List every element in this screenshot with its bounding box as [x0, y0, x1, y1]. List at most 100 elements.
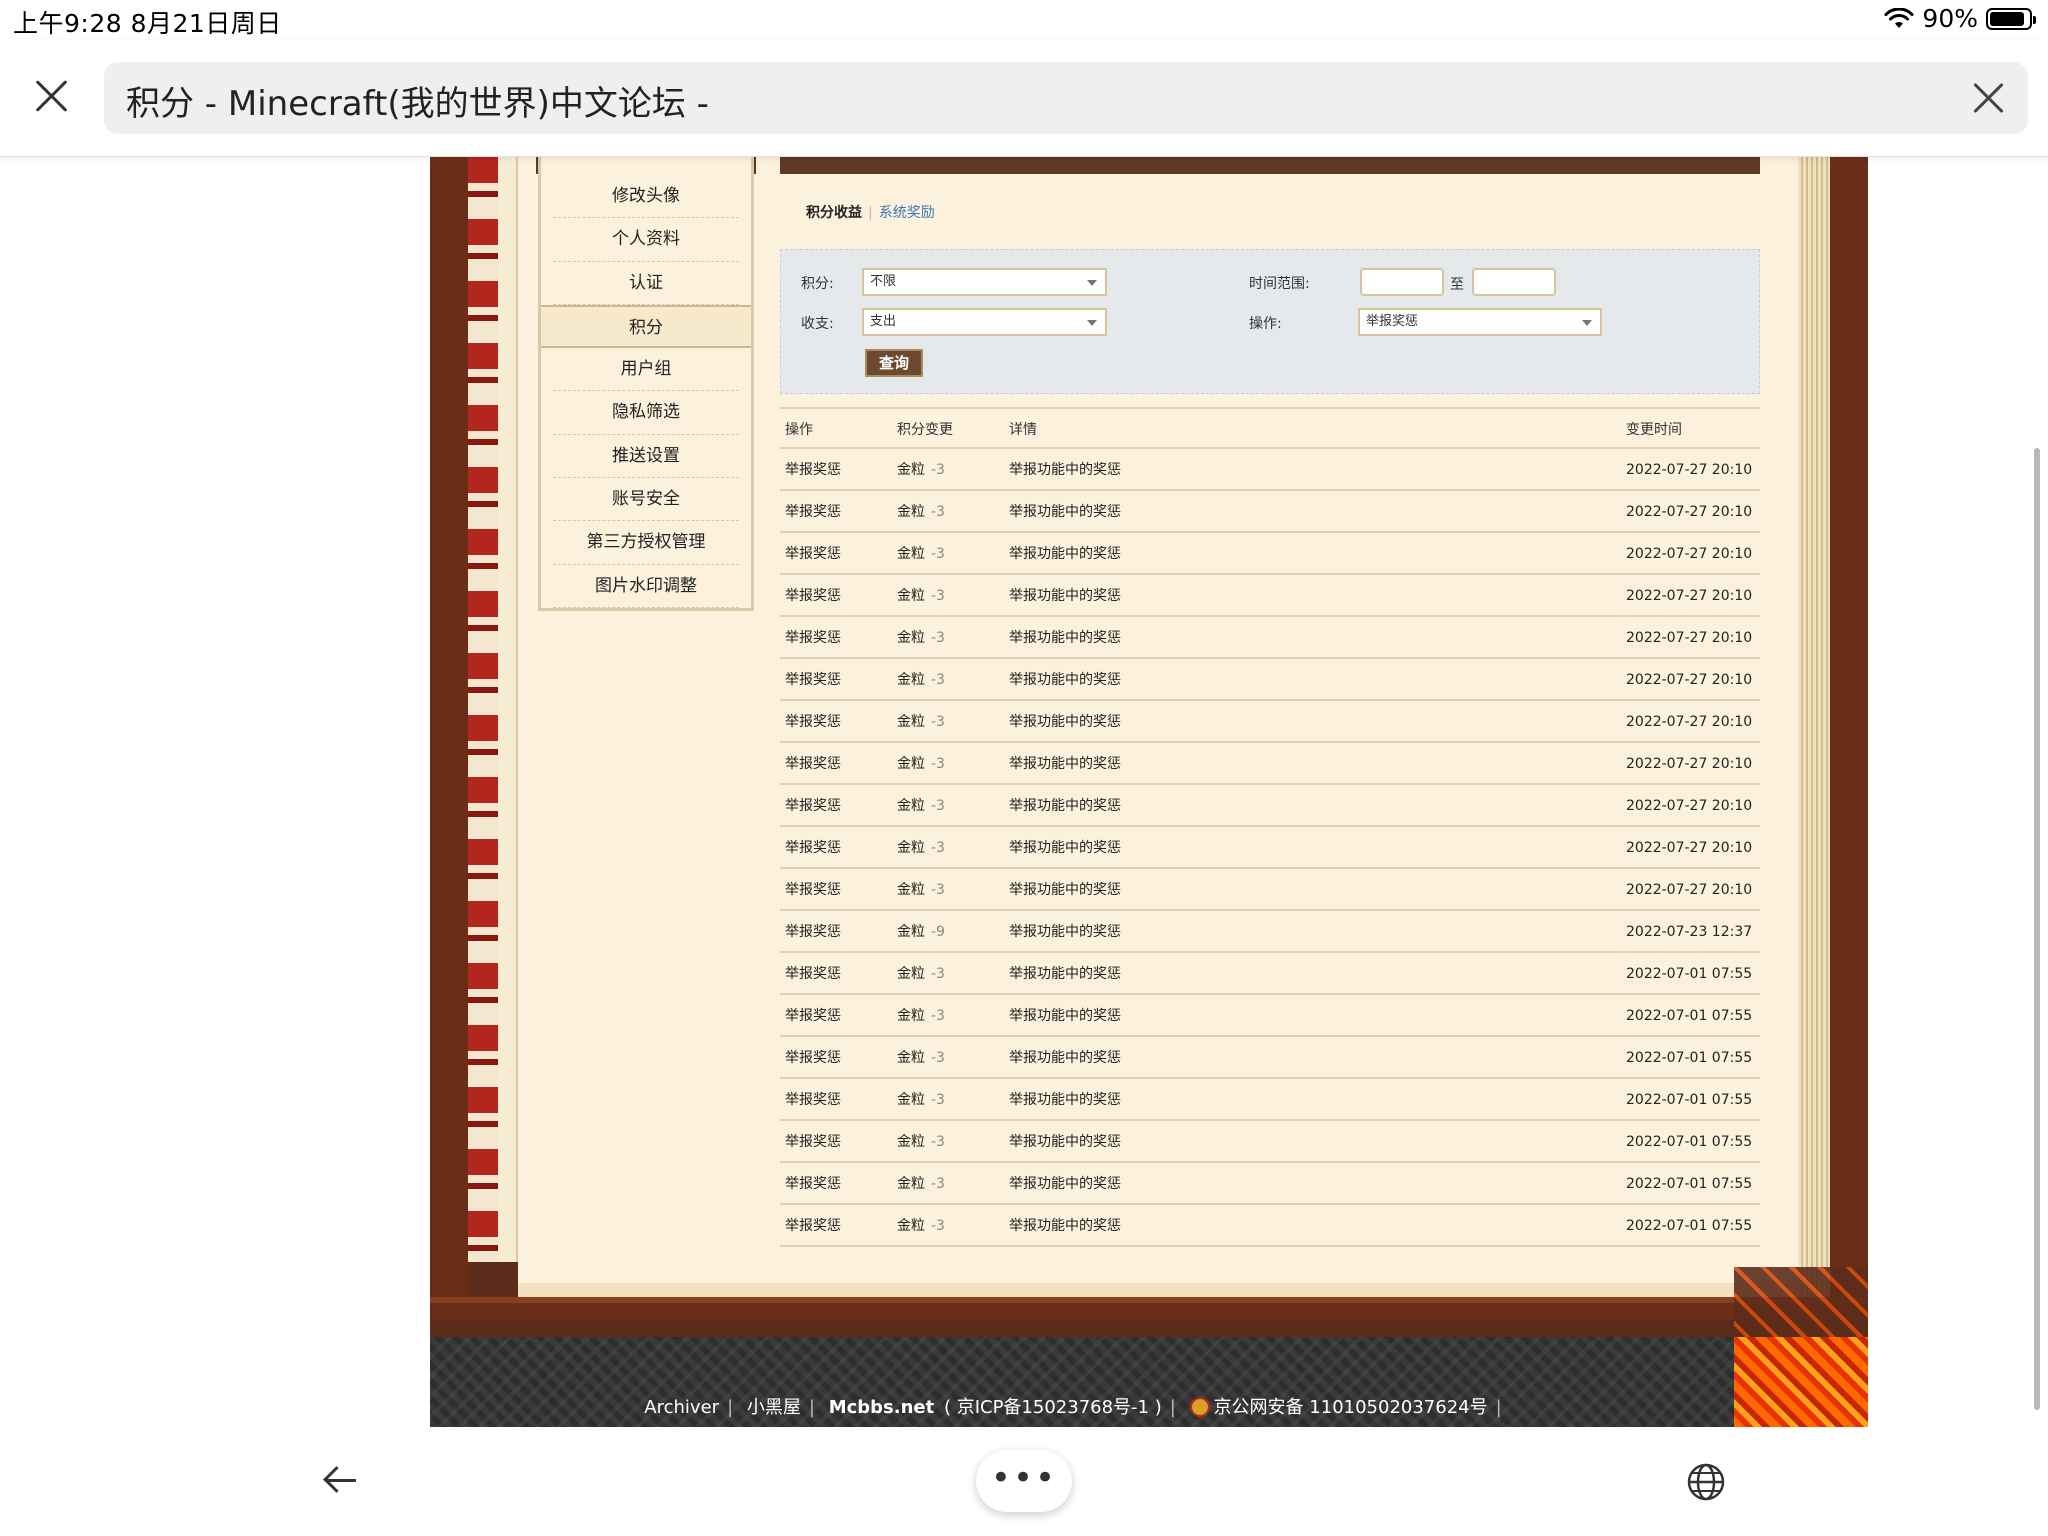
address-bar: 积分 - Minecraft(我的世界)中文论坛 - [0, 40, 2048, 157]
row-op: 举报奖惩 [785, 672, 841, 688]
table-row: 举报奖惩 金粒 -3 举报功能中的奖惩 2022-07-01 07:55 [780, 1163, 1760, 1205]
book-page-stack [1798, 157, 1832, 1307]
row-time: 2022-07-01 07:55 [1626, 1176, 1753, 1192]
row-amount: -3 [931, 1218, 945, 1234]
row-unit: 金粒 [897, 588, 925, 604]
wifi-icon [1884, 7, 1914, 28]
row-detail: 举报功能中的奖惩 [1009, 966, 1121, 982]
footer-links: Archiver | 小黑屋 | Mcbbs.net ( 京ICP备15023768… [644, 1397, 1502, 1418]
row-time: 2022-07-01 07:55 [1626, 1050, 1753, 1066]
row-unit: 金粒 [897, 924, 925, 940]
row-change: 金粒 -3 [897, 869, 945, 911]
row-unit: 金粒 [897, 1134, 925, 1150]
menu-item-profile[interactable]: 个人资料 [553, 218, 739, 262]
status-indicators: 90% [1884, 4, 2036, 33]
row-detail: 举报功能中的奖惩 [1009, 630, 1121, 646]
back-arrow-icon[interactable] [322, 1466, 358, 1494]
time-end-input[interactable] [1472, 268, 1556, 296]
archiver-link[interactable]: Archiver [644, 1397, 719, 1418]
content-header [780, 157, 1760, 174]
menu-item-watermark[interactable]: 图片水印调整 [553, 565, 739, 608]
table-row: 举报奖惩 金粒 -3 举报功能中的奖惩 2022-07-27 20:10 [780, 701, 1760, 743]
row-detail: 举报功能中的奖惩 [1009, 714, 1121, 730]
row-unit: 金粒 [897, 1176, 925, 1192]
row-op: 举报奖惩 [785, 1050, 841, 1066]
scrollbar[interactable] [2034, 448, 2040, 1410]
row-time: 2022-07-01 07:55 [1626, 1218, 1753, 1234]
table-row: 举报奖惩 金粒 -3 举报功能中的奖惩 2022-07-27 20:10 [780, 827, 1760, 869]
row-detail: 举报功能中的奖惩 [1009, 882, 1121, 898]
row-amount: -3 [931, 756, 945, 772]
menu-item-security[interactable]: 账号安全 [553, 478, 739, 522]
globe-icon[interactable] [1686, 1462, 1726, 1502]
row-amount: -3 [931, 462, 945, 478]
type-select[interactable]: 支出 [862, 308, 1107, 336]
row-amount: -3 [931, 1008, 945, 1024]
menu-item-verify[interactable]: 认证 [553, 262, 739, 305]
row-op: 举报奖惩 [785, 840, 841, 856]
close-icon[interactable] [34, 78, 70, 114]
row-change: 金粒 -3 [897, 785, 945, 827]
chevron-down-icon [1087, 280, 1097, 286]
row-amount: -3 [931, 588, 945, 604]
row-amount: -3 [931, 1050, 945, 1066]
header-change: 积分变更 [897, 422, 953, 438]
police-link[interactable]: 京公网安备 11010502037624号 [1214, 1397, 1488, 1418]
icp-link[interactable]: ( 京ICP备15023768号-1 ) [944, 1397, 1162, 1418]
time-range-label: 时间范围: [1249, 276, 1310, 292]
row-change: 金粒 -3 [897, 659, 945, 701]
tab-system-reward[interactable]: 系统奖励 [879, 205, 935, 221]
row-detail: 举报功能中的奖惩 [1009, 462, 1121, 478]
row-op: 举报奖惩 [785, 1092, 841, 1108]
row-time: 2022-07-27 20:10 [1626, 588, 1753, 604]
menu-item-usergroup[interactable]: 用户组 [553, 348, 739, 392]
row-time: 2022-07-27 20:10 [1626, 462, 1753, 478]
row-op: 举报奖惩 [785, 1134, 841, 1150]
clear-icon[interactable] [1972, 82, 2004, 114]
tab-credit-income[interactable]: 积分收益 [806, 205, 862, 221]
row-op: 举报奖惩 [785, 1176, 841, 1192]
op-select[interactable]: 举报奖惩 [1358, 308, 1602, 336]
menu-item-privacy[interactable]: 隐私筛选 [553, 391, 739, 435]
row-unit: 金粒 [897, 462, 925, 478]
op-select-value: 举报奖惩 [1366, 314, 1419, 329]
row-unit: 金粒 [897, 1092, 925, 1108]
row-change: 金粒 -3 [897, 1037, 945, 1079]
row-op: 举报奖惩 [785, 1008, 841, 1024]
query-button[interactable]: 查询 [865, 349, 923, 377]
row-unit: 金粒 [897, 504, 925, 520]
table-row: 举报奖惩 金粒 -3 举报功能中的奖惩 2022-07-27 20:10 [780, 617, 1760, 659]
op-label: 操作: [1249, 316, 1282, 332]
row-detail: 举报功能中的奖惩 [1009, 672, 1121, 688]
table-row: 举报奖惩 金粒 -3 举报功能中的奖惩 2022-07-27 20:10 [780, 575, 1760, 617]
site-link[interactable]: Mcbbs.net [829, 1397, 935, 1418]
row-unit: 金粒 [897, 1050, 925, 1066]
row-detail: 举报功能中的奖惩 [1009, 504, 1121, 520]
time-start-input[interactable] [1360, 268, 1444, 296]
menu-item-avatar[interactable]: 修改头像 [553, 175, 739, 219]
menu-item-push[interactable]: 推送设置 [553, 435, 739, 479]
menu-item-credits[interactable]: 积分 [541, 304, 751, 349]
credit-label: 积分: [801, 276, 834, 292]
chevron-down-icon [1582, 320, 1592, 326]
row-detail: 举报功能中的奖惩 [1009, 1218, 1121, 1234]
menu-item-oauth[interactable]: 第三方授权管理 [553, 521, 739, 565]
row-change: 金粒 -3 [897, 449, 945, 491]
row-unit: 金粒 [897, 630, 925, 646]
credit-select[interactable]: 不限 [862, 268, 1107, 296]
more-button[interactable]: ••• [976, 1450, 1072, 1512]
row-amount: -3 [931, 1092, 945, 1108]
row-unit: 金粒 [897, 798, 925, 814]
row-detail: 举报功能中的奖惩 [1009, 1092, 1121, 1108]
table-row: 举报奖惩 金粒 -3 举报功能中的奖惩 2022-07-27 20:10 [780, 659, 1760, 701]
row-detail: 举报功能中的奖惩 [1009, 924, 1121, 940]
row-op: 举报奖惩 [785, 966, 841, 982]
row-op: 举报奖惩 [785, 546, 841, 562]
table-header: 操作 积分变更 详情 变更时间 [780, 407, 1760, 449]
dark-room-link[interactable]: 小黑屋 [747, 1397, 801, 1418]
url-field[interactable]: 积分 - Minecraft(我的世界)中文论坛 - [104, 62, 2028, 134]
row-amount: -3 [931, 1176, 945, 1192]
book-binding [498, 157, 518, 1262]
row-time: 2022-07-27 20:10 [1626, 882, 1753, 898]
table-row: 举报奖惩 金粒 -3 举报功能中的奖惩 2022-07-27 20:10 [780, 869, 1760, 911]
